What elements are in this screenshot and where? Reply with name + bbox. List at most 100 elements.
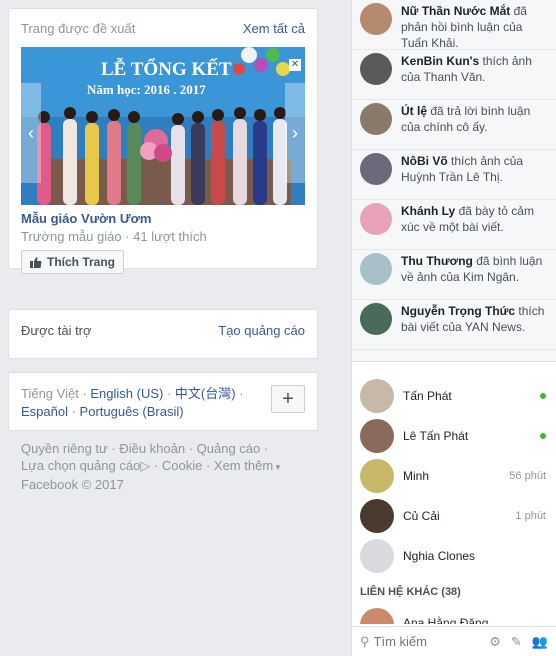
- last-active-time: 1 phút: [515, 510, 546, 522]
- language-link-english[interactable]: English (US): [90, 386, 163, 401]
- last-active-time: 56 phút: [509, 470, 546, 482]
- footer-more-label: Xem thêm: [213, 458, 274, 473]
- page-name-link[interactable]: Mẫu giáo Vườn Ươm: [21, 211, 305, 226]
- avatar: [360, 253, 392, 285]
- language-link-chinese[interactable]: 中文(台灣): [175, 386, 236, 401]
- avatar: [360, 608, 394, 624]
- avatar: [360, 379, 394, 413]
- footer-privacy-link[interactable]: Quyền riêng tư: [21, 441, 108, 456]
- other-contacts-heading: LIÊN HỆ KHÁC (38): [360, 586, 461, 598]
- ticker-actor: Khánh Ly: [401, 204, 456, 218]
- banner-subtitle: Năm học: 2016 . 2017: [87, 82, 206, 97]
- create-ad-link[interactable]: Tạo quảng cáo: [218, 323, 305, 338]
- ticker-text: NôBi Võ thích ảnh của Huỳnh Trần Lê Thị.: [401, 153, 550, 185]
- search-icon: ⚲: [360, 633, 370, 649]
- gear-icon[interactable]: ⚙: [489, 634, 501, 650]
- contact-name: Củ Cải: [403, 509, 440, 523]
- contacts-list: Tấn Phát Lê Tấn Phát Minh 56 phút Củ Cải 1 ph…: [352, 362, 556, 576]
- avatar: [360, 459, 394, 493]
- avatar: [360, 53, 392, 85]
- ticker-text: Út lệ đã trả lời bình luận của chính cô …: [401, 103, 550, 135]
- suggested-pages-title: Trang được đề xuất: [21, 20, 136, 36]
- footer-ads-link[interactable]: Quảng cáo: [197, 441, 261, 456]
- contact-item[interactable]: Minh 56 phút: [352, 456, 556, 496]
- avatar: [360, 3, 392, 35]
- ticker-actor: Thu Thương: [401, 254, 473, 268]
- like-page-label: Thích Trang: [47, 255, 116, 269]
- contact-item[interactable]: Lê Tấn Phát: [352, 416, 556, 456]
- ticker-text: Thu Thương đã bình luận về ảnh của Kim N…: [401, 253, 550, 285]
- compose-icon[interactable]: ✎: [511, 634, 522, 650]
- contact-name: Ana Hằng Đặng: [403, 616, 489, 624]
- banner-title: LỄ TỔNG KẾT: [101, 59, 232, 80]
- contact-name: Nghia Clones: [403, 549, 476, 563]
- online-dot-icon: [540, 393, 546, 399]
- add-people-icon[interactable]: 👥: [532, 634, 548, 650]
- like-page-button[interactable]: Thích Trang: [21, 250, 125, 274]
- separator: ·: [235, 386, 244, 401]
- ticker-actor: Nguyễn Trọng Thức: [401, 304, 516, 318]
- ticker-item[interactable]: Nữ Thần Nước Mắt đã phản hồi bình luận c…: [352, 0, 556, 50]
- chat-sidebar: Nữ Thần Nước Mắt đã phản hồi bình luận c…: [351, 0, 556, 656]
- footer-adchoices-link[interactable]: Lựa chọn quảng cáo: [21, 458, 140, 473]
- more-languages-button[interactable]: +: [271, 385, 305, 413]
- language-card: Tiếng Việt · English (US) · 中文(台灣) · Esp…: [8, 372, 318, 431]
- close-icon[interactable]: ✕: [289, 59, 301, 71]
- language-link-spanish[interactable]: Español: [21, 404, 68, 419]
- adchoices-icon: ▷: [140, 458, 151, 473]
- thumbs-up-icon: [30, 256, 42, 268]
- footer-terms-link[interactable]: Điều khoản: [119, 441, 185, 456]
- ticker-actor: KenBin Kun's: [401, 54, 480, 68]
- ticker-item[interactable]: Thu Thương đã bình luận về ảnh của Kim N…: [352, 250, 556, 300]
- footer-links: Quyền riêng tư · Điều khoản · Quảng cáo …: [21, 441, 281, 492]
- see-all-link[interactable]: Xem tất cả: [243, 21, 305, 36]
- chat-search-bar: ⚲ ⚙ ✎ 👥: [352, 626, 556, 656]
- ticker-text: Khánh Ly đã bày tỏ cảm xúc về một bài vi…: [401, 203, 550, 235]
- caret-down-icon: ▾: [273, 462, 281, 472]
- contact-name: Minh: [403, 469, 430, 483]
- footer-copyright: Facebook © 2017: [21, 477, 124, 492]
- ticker-text: KenBin Kun's thích ảnh của Thanh Văn.: [401, 53, 550, 85]
- separator: ·: [67, 404, 80, 419]
- ticker-actor: Nữ Thần Nước Mắt: [401, 4, 511, 18]
- next-arrow-icon[interactable]: ›: [285, 83, 305, 183]
- footer-more-link[interactable]: Xem thêm ▾: [214, 458, 280, 473]
- ticker-item[interactable]: Nguyễn Trọng Thức thích bài viết của YAN…: [352, 300, 556, 350]
- separator: ·: [78, 386, 91, 401]
- prev-arrow-icon[interactable]: ‹: [21, 83, 41, 183]
- ticker-item[interactable]: Khánh Ly đã bày tỏ cảm xúc về một bài vi…: [352, 200, 556, 250]
- avatar: [360, 203, 392, 235]
- ticker-actor: NôBi Võ: [401, 154, 448, 168]
- ticker-item[interactable]: Út lệ đã trả lời bình luận của chính cô …: [352, 100, 556, 150]
- suggested-pages-card: Trang được đề xuất Xem tất cả LỄ TỔNG KẾ…: [8, 8, 318, 274]
- current-language: Tiếng Việt: [21, 386, 79, 401]
- contact-item[interactable]: Nghia Clones: [352, 536, 556, 576]
- page-meta: Trường mẫu giáo · 41 lượt thích: [21, 229, 207, 244]
- contact-item-partial[interactable]: Ana Hằng Đặng: [352, 604, 556, 624]
- language-link-portuguese[interactable]: Português (Brasil): [80, 404, 184, 419]
- avatar: [360, 153, 392, 185]
- sponsored-title: Được tài trợ: [21, 322, 92, 338]
- avatar: [360, 499, 394, 533]
- contact-name: Tấn Phát: [403, 389, 452, 403]
- ticker-actor: Út lệ: [401, 104, 428, 118]
- contact-item[interactable]: Củ Cải 1 phút: [352, 496, 556, 536]
- online-dot-icon: [540, 433, 546, 439]
- contact-name: Lê Tấn Phát: [403, 429, 469, 443]
- separator: ·: [163, 386, 175, 401]
- sponsored-card: Được tài trợ Tạo quảng cáo: [8, 309, 318, 359]
- avatar: [360, 419, 394, 453]
- avatar: [360, 303, 392, 335]
- ticker-text: Nữ Thần Nước Mắt đã phản hồi bình luận c…: [401, 3, 550, 51]
- plus-icon: +: [282, 387, 294, 410]
- page-cover-photo[interactable]: LỄ TỔNG KẾT Năm học: 2016 . 2017 ‹ › ✕: [21, 47, 305, 205]
- ticker-text: Nguyễn Trọng Thức thích bài viết của YAN…: [401, 303, 550, 335]
- ticker-item[interactable]: KenBin Kun's thích ảnh của Thanh Văn.: [352, 50, 556, 100]
- avatar: [360, 539, 394, 573]
- ticker-item[interactable]: NôBi Võ thích ảnh của Huỳnh Trần Lê Thị.: [352, 150, 556, 200]
- chat-search-input[interactable]: [373, 634, 464, 649]
- footer-cookie-link[interactable]: Cookie: [162, 458, 202, 473]
- contact-item[interactable]: Tấn Phát: [352, 376, 556, 416]
- activity-ticker: Nữ Thần Nước Mắt đã phản hồi bình luận c…: [352, 0, 556, 362]
- avatar: [360, 103, 392, 135]
